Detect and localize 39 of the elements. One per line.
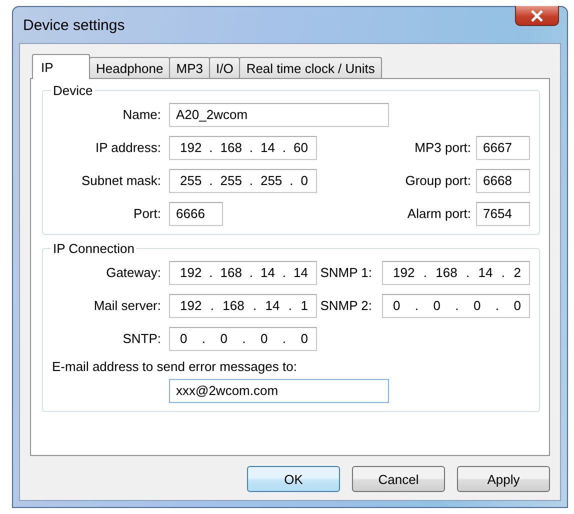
window-title: Device settings — [23, 17, 125, 34]
ip-address-field[interactable]: 0 . 0 . 0 . 0 — [382, 294, 530, 318]
field-label: SNTP: — [122, 331, 161, 346]
dialog-button[interactable]: OK — [247, 466, 340, 492]
group-title: Device — [52, 83, 94, 98]
input-field[interactable]: 6667 — [476, 136, 530, 160]
tab[interactable]: Real time clock / Units — [239, 57, 382, 78]
field-label: Name: — [122, 107, 161, 122]
ip-address-field[interactable]: 192 . 168 . 14 . 60 — [169, 136, 317, 160]
field-label: IP address: — [94, 140, 161, 155]
ip-address-field[interactable]: 192 . 168 . 14 . 2 — [382, 260, 530, 284]
input-field[interactable]: 6666 — [169, 202, 223, 226]
tab[interactable]: Headphone — [89, 57, 170, 78]
field-label: Group port: — [405, 173, 471, 188]
ip-address-field[interactable]: 255 . 255 . 255 . 0 — [169, 168, 317, 192]
tab[interactable]: I/O — [208, 57, 240, 78]
input-field[interactable]: 6668 — [476, 168, 530, 192]
field-label: MP3 port: — [414, 140, 471, 155]
tab[interactable]: IP — [32, 54, 90, 79]
email-label: E-mail address to send error messages to: — [52, 359, 298, 374]
field-label: Subnet mask: — [80, 173, 161, 188]
close-button[interactable] — [515, 6, 559, 26]
field-label: Gateway: — [105, 265, 161, 280]
field-label: Alarm port: — [407, 206, 471, 221]
close-icon — [530, 10, 544, 22]
dialog-button[interactable]: Apply — [457, 466, 550, 492]
field-label: Mail server: — [92, 298, 161, 313]
ip-address-field[interactable]: 192 . 168 . 14 . 14 — [169, 260, 317, 284]
field-label: Port: — [132, 206, 161, 221]
email-field[interactable]: xxx@2wcom.com — [169, 378, 389, 402]
group-title: IP Connection — [52, 241, 136, 256]
input-field[interactable]: A20_2wcom — [169, 102, 389, 126]
input-field[interactable]: 7654 — [476, 202, 530, 226]
field-label: SNMP 1: — [320, 265, 372, 280]
field-label: SNMP 2: — [320, 298, 372, 313]
ip-address-field[interactable]: 192 . 168 . 14 . 1 — [169, 294, 317, 318]
tab[interactable]: MP3 — [169, 57, 210, 78]
ip-address-field[interactable]: 0 . 0 . 0 . 0 — [169, 326, 317, 350]
dialog-button[interactable]: Cancel — [352, 466, 445, 492]
